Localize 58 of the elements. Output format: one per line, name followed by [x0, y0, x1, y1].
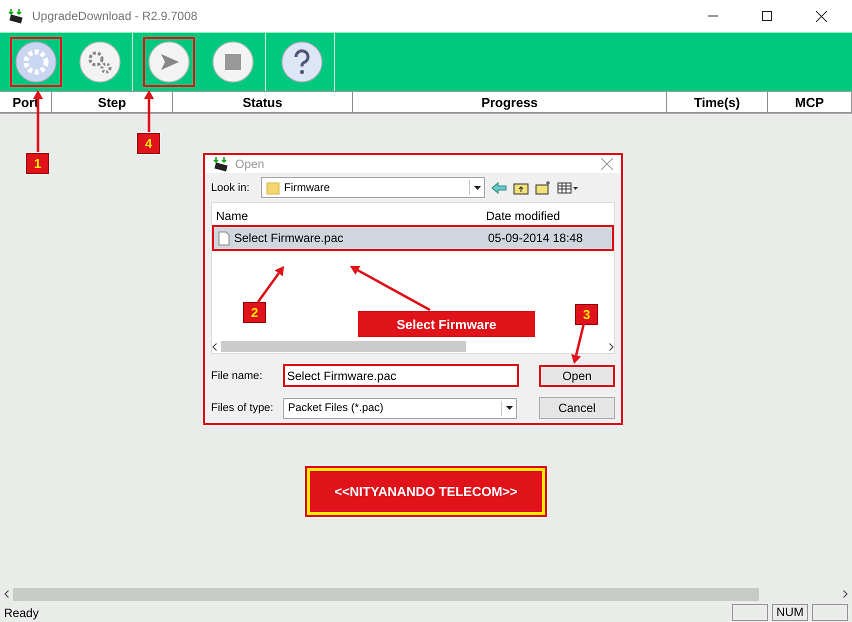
stop-icon [211, 40, 255, 84]
scroll-left-icon[interactable] [4, 590, 9, 598]
window-title: UpgradeDownload - R2.9.7008 [32, 9, 198, 23]
list-scrollbar[interactable] [212, 340, 614, 353]
step-badge: 2 [243, 302, 266, 323]
annotation-arrow [571, 322, 586, 364]
field-label: Files of type: [211, 402, 274, 414]
banner: <<NITYANANDO TELECOM>> [307, 468, 544, 515]
field-label: File name: [211, 370, 264, 382]
view-menu-icon[interactable] [557, 180, 579, 194]
file-name: Select Firmware.pac [234, 231, 344, 245]
app-icon [213, 156, 229, 172]
look-in-dropdown[interactable]: Firmware [261, 177, 485, 198]
list-column-header[interactable]: Date modified [482, 209, 614, 225]
file-date: 05-09-2014 18:48 [487, 231, 584, 245]
app-icon [8, 8, 24, 24]
step-badge: 1 [26, 153, 50, 174]
dialog-title: Open [235, 157, 266, 171]
file-row[interactable]: Select Firmware.pac 05-09-2014 18:48 [212, 225, 614, 251]
scroll-left-icon[interactable] [212, 342, 217, 350]
column-header[interactable]: Time(s) [667, 91, 768, 113]
annotation-arrow [256, 266, 284, 303]
annotation-arrow [144, 90, 154, 132]
file-name-field[interactable]: Select Firmware.pac [283, 364, 519, 387]
up-folder-icon[interactable] [513, 180, 529, 194]
column-header[interactable]: MCP [768, 91, 852, 113]
toolbar-button[interactable] [10, 37, 62, 87]
field-label: Look in: [211, 182, 251, 194]
play-icon [147, 40, 191, 84]
dropdown-arrow-icon [474, 186, 480, 190]
status-indicator: NUM [772, 604, 808, 621]
step-badge: 3 [575, 304, 598, 325]
help-icon [280, 40, 324, 84]
scroll-right-icon[interactable] [609, 342, 614, 350]
list-column-header[interactable]: Name [212, 209, 482, 225]
column-header[interactable]: Status [173, 91, 353, 113]
cancel-button[interactable]: Cancel [539, 397, 615, 419]
step-badge: 4 [137, 133, 160, 154]
new-folder-icon[interactable] [535, 180, 551, 194]
file-icon [218, 230, 230, 246]
column-header[interactable]: Progress [353, 91, 667, 113]
folder-icon [266, 180, 280, 194]
gears-icon [78, 40, 122, 84]
column-header[interactable]: Step [52, 91, 173, 113]
toolbar-button[interactable] [143, 37, 195, 87]
file-type-dropdown[interactable]: Packet Files (*.pac) [283, 398, 517, 418]
dropdown-arrow-icon [506, 406, 512, 410]
callout-label: Select Firmware [358, 311, 535, 337]
status-indicator [732, 604, 768, 621]
minimize-icon[interactable] [708, 15, 718, 17]
close-icon[interactable] [816, 10, 826, 22]
status-indicator [812, 604, 848, 621]
maximize-icon[interactable] [762, 11, 772, 21]
open-button[interactable]: Open [539, 364, 615, 386]
status-text: Ready [4, 606, 40, 620]
back-arrow-icon[interactable] [491, 180, 507, 194]
gear-icon [14, 40, 58, 84]
scroll-right-icon[interactable] [843, 590, 848, 598]
